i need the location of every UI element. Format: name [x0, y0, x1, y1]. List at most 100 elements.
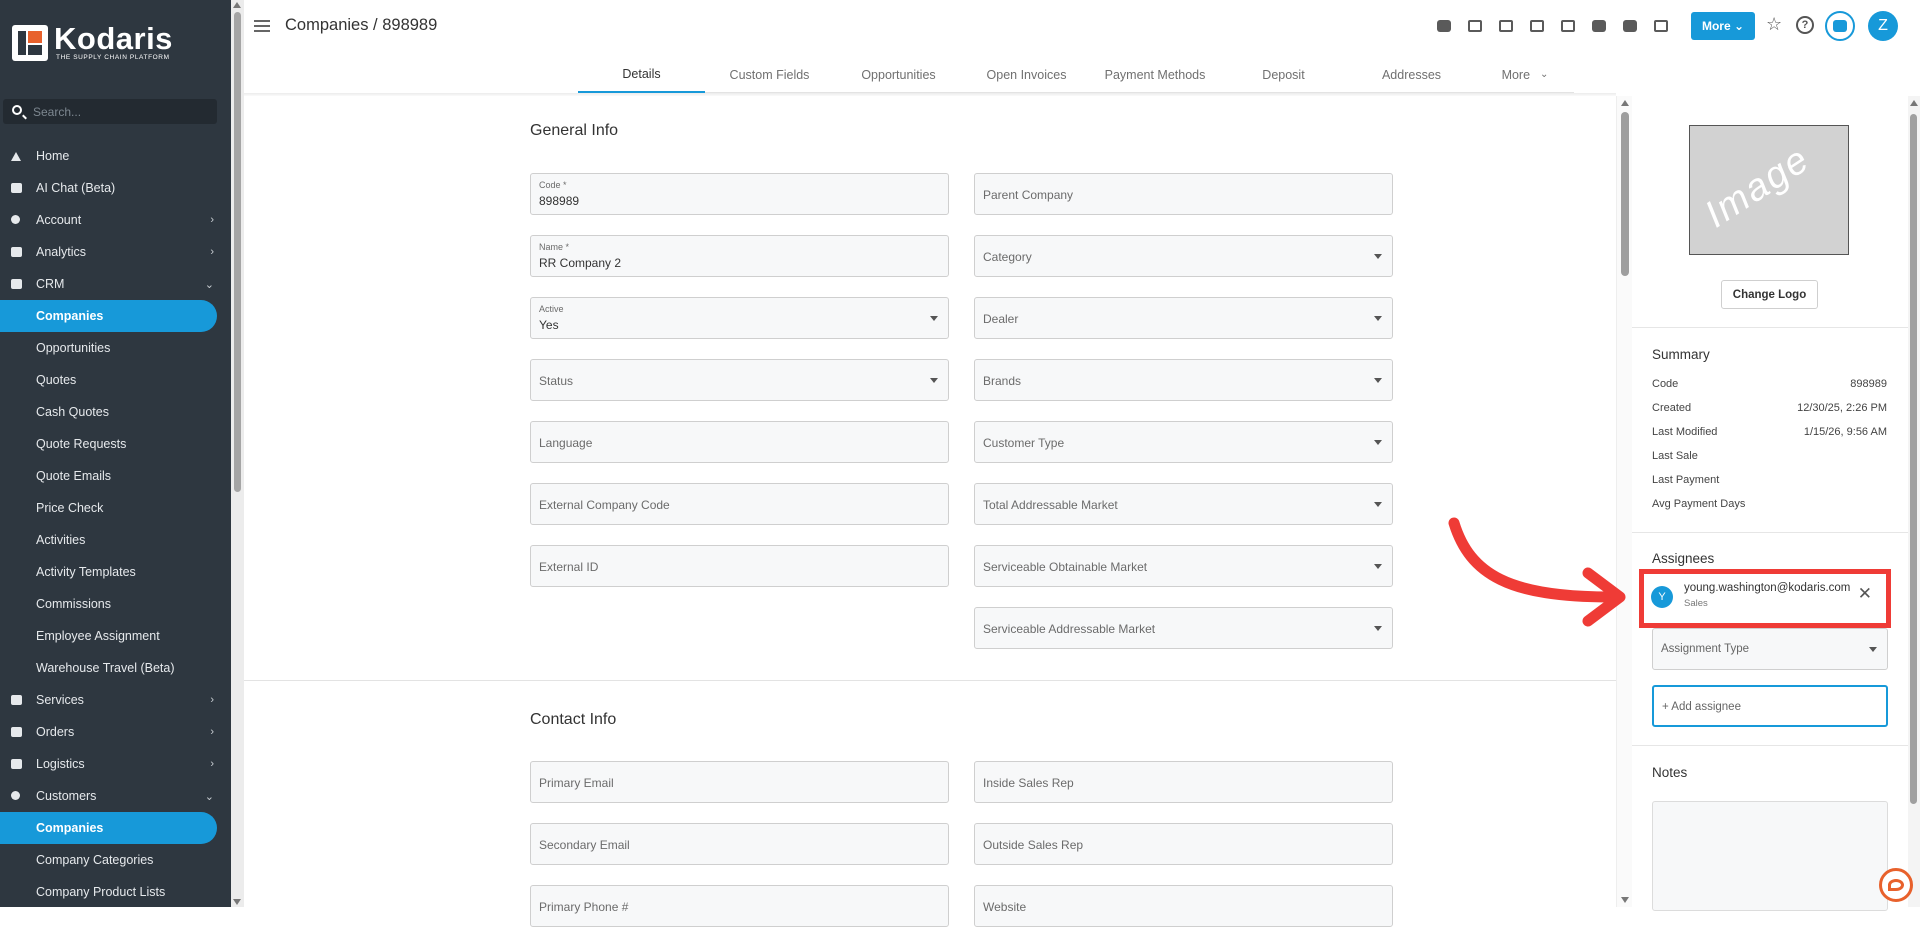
- chevron-down-icon: [1374, 502, 1382, 507]
- services-icon: [11, 695, 22, 705]
- secondary-email-field[interactable]: Secondary Email: [530, 823, 949, 865]
- search-icon: [12, 105, 22, 115]
- customer-type-select[interactable]: Customer Type: [974, 421, 1393, 463]
- sidebar-item-label: Quote Requests: [36, 437, 127, 451]
- sidebar-item-label: Quotes: [36, 373, 77, 387]
- sidebar-item-activity-templates[interactable]: Activity Templates: [0, 556, 231, 588]
- help-icon[interactable]: ?: [1796, 16, 1814, 34]
- brands-select[interactable]: Brands: [974, 359, 1393, 401]
- tab-details[interactable]: Details: [578, 56, 705, 93]
- person-add-icon[interactable]: [1587, 14, 1611, 38]
- tab-payment-methods[interactable]: Payment Methods: [1090, 56, 1220, 93]
- inbox-icon[interactable]: [1525, 14, 1549, 38]
- sidebar-item-price-check[interactable]: Price Check: [0, 492, 231, 524]
- monitor-icon[interactable]: [1556, 14, 1580, 38]
- tab-open-invoices[interactable]: Open Invoices: [963, 56, 1090, 93]
- top-bar: Companies / 898989 More ⌄ ☆ ? Z: [244, 0, 1920, 54]
- status-select[interactable]: Status: [530, 359, 949, 401]
- serviceable-obtainable-market-select[interactable]: Serviceable Obtainable Market: [974, 545, 1393, 587]
- sidebar-search[interactable]: [3, 99, 217, 124]
- contact-info-title: Contact Info: [530, 711, 617, 728]
- change-logo-button[interactable]: Change Logo: [1721, 280, 1818, 309]
- primary-email-field[interactable]: Primary Email: [530, 761, 949, 803]
- sidebar-item-analytics[interactable]: Analytics ›: [0, 236, 231, 268]
- sidebar-item-label: Company Categories: [36, 853, 154, 867]
- chevron-right-icon: ›: [210, 214, 214, 226]
- category-select[interactable]: Category: [974, 235, 1393, 277]
- more-button[interactable]: More ⌄: [1691, 12, 1755, 40]
- dealer-select[interactable]: Dealer: [974, 297, 1393, 339]
- primary-phone-field[interactable]: Primary Phone #: [530, 885, 949, 927]
- sidebar-item-label: Logistics: [36, 757, 85, 771]
- sidebar-item-ai-chat-beta[interactable]: AI Chat (Beta): [0, 172, 231, 204]
- language-field[interactable]: Language: [530, 421, 949, 463]
- sidebar-item-employee-assignment[interactable]: Employee Assignment: [0, 620, 231, 652]
- sidebar-scrollbar[interactable]: [231, 0, 244, 907]
- sidebar-item-companies[interactable]: Companies: [0, 812, 217, 844]
- inside-sales-rep-field[interactable]: Inside Sales Rep: [974, 761, 1393, 803]
- sidebar-item-customers[interactable]: Customers ⌄: [0, 780, 231, 812]
- card-icon[interactable]: [1494, 14, 1518, 38]
- chat-support-icon[interactable]: [1879, 868, 1913, 902]
- serviceable-addressable-market-select[interactable]: Serviceable Addressable Market: [974, 607, 1393, 649]
- mail-icon[interactable]: [1463, 14, 1487, 38]
- total-addressable-market-select[interactable]: Total Addressable Market: [974, 483, 1393, 525]
- website-field[interactable]: Website: [974, 885, 1393, 927]
- external-company-code-field[interactable]: External Company Code: [530, 483, 949, 525]
- file-icon[interactable]: [1618, 14, 1642, 38]
- outside-sales-rep-field[interactable]: Outside Sales Rep: [974, 823, 1393, 865]
- tab-addresses[interactable]: Addresses: [1347, 56, 1476, 93]
- code-field[interactable]: Code * 898989: [530, 173, 949, 215]
- add-assignee-input[interactable]: + Add assignee: [1652, 685, 1888, 727]
- ai-assistant-icon[interactable]: [1825, 11, 1855, 41]
- sidebar-item-quotes[interactable]: Quotes: [0, 364, 231, 396]
- user-avatar[interactable]: Z: [1868, 11, 1898, 41]
- sidebar-item-commissions[interactable]: Commissions: [0, 588, 231, 620]
- kodaris-logo[interactable]: Kodaris THE SUPPLY CHAIN PLATFORM: [12, 21, 173, 61]
- right-panel-scrollbar[interactable]: [1908, 96, 1920, 907]
- tab-more[interactable]: More ⌄: [1476, 56, 1574, 93]
- sidebar-search-input[interactable]: [33, 99, 213, 124]
- chevron-down-icon: [1374, 316, 1382, 321]
- sidebar-item-opportunities[interactable]: Opportunities: [0, 332, 231, 364]
- sidebar-item-company-product-lists[interactable]: Company Product Lists: [0, 876, 231, 908]
- star-icon[interactable]: ☆: [1766, 14, 1782, 35]
- sidebar-item-quote-emails[interactable]: Quote Emails: [0, 460, 231, 492]
- sidebar-item-crm[interactable]: CRM ⌄: [0, 268, 231, 300]
- tab-deposit[interactable]: Deposit: [1220, 56, 1347, 93]
- sidebar-item-company-categories[interactable]: Company Categories: [0, 844, 231, 876]
- name-field[interactable]: Name * RR Company 2: [530, 235, 949, 277]
- sidebar-item-account[interactable]: Account ›: [0, 204, 231, 236]
- cloud-icon[interactable]: [1432, 14, 1456, 38]
- sidebar-item-companies[interactable]: Companies: [0, 300, 217, 332]
- sidebar: Kodaris THE SUPPLY CHAIN PLATFORM Home AI…: [0, 0, 231, 907]
- sidebar-item-warehouse-travel-beta[interactable]: Warehouse Travel (Beta): [0, 652, 231, 684]
- logo-name: Kodaris: [54, 21, 173, 56]
- sidebar-item-label: Price Check: [36, 501, 104, 515]
- tab-opportunities[interactable]: Opportunities: [834, 56, 963, 93]
- active-select[interactable]: Active Yes: [530, 297, 949, 339]
- hamburger-menu-icon[interactable]: [254, 20, 270, 32]
- notes-field[interactable]: [1652, 801, 1888, 911]
- sidebar-item-services[interactable]: Services ›: [0, 684, 231, 716]
- chevron-down-icon: ⌄: [204, 791, 214, 803]
- logistics-icon: [11, 759, 22, 769]
- sidebar-item-orders[interactable]: Orders ›: [0, 716, 231, 748]
- sidebar-item-activities[interactable]: Activities: [0, 524, 231, 556]
- header-action-icons: [1432, 14, 1680, 38]
- sidebar-item-quote-requests[interactable]: Quote Requests: [0, 428, 231, 460]
- main-scrollbar[interactable]: [1616, 96, 1632, 907]
- summary-row-code: Code 898989: [1652, 378, 1887, 390]
- sidebar-item-cash-quotes[interactable]: Cash Quotes: [0, 396, 231, 428]
- sidebar-item-label: Activity Templates: [36, 565, 136, 579]
- logo-mark-icon: [12, 24, 48, 61]
- sidebar-item-logistics[interactable]: Logistics ›: [0, 748, 231, 780]
- tab-custom-fields[interactable]: Custom Fields: [705, 56, 834, 93]
- parent-company-field[interactable]: Parent Company: [974, 173, 1393, 215]
- summary-row-created: Created 12/30/25, 2:26 PM: [1652, 402, 1887, 414]
- sidebar-item-home[interactable]: Home: [0, 140, 231, 172]
- paperclip-icon[interactable]: [1649, 14, 1673, 38]
- sidebar-item-label: Companies: [36, 821, 104, 835]
- assignment-type-select[interactable]: Assignment Type: [1652, 628, 1888, 670]
- external-id-field[interactable]: External ID: [530, 545, 949, 587]
